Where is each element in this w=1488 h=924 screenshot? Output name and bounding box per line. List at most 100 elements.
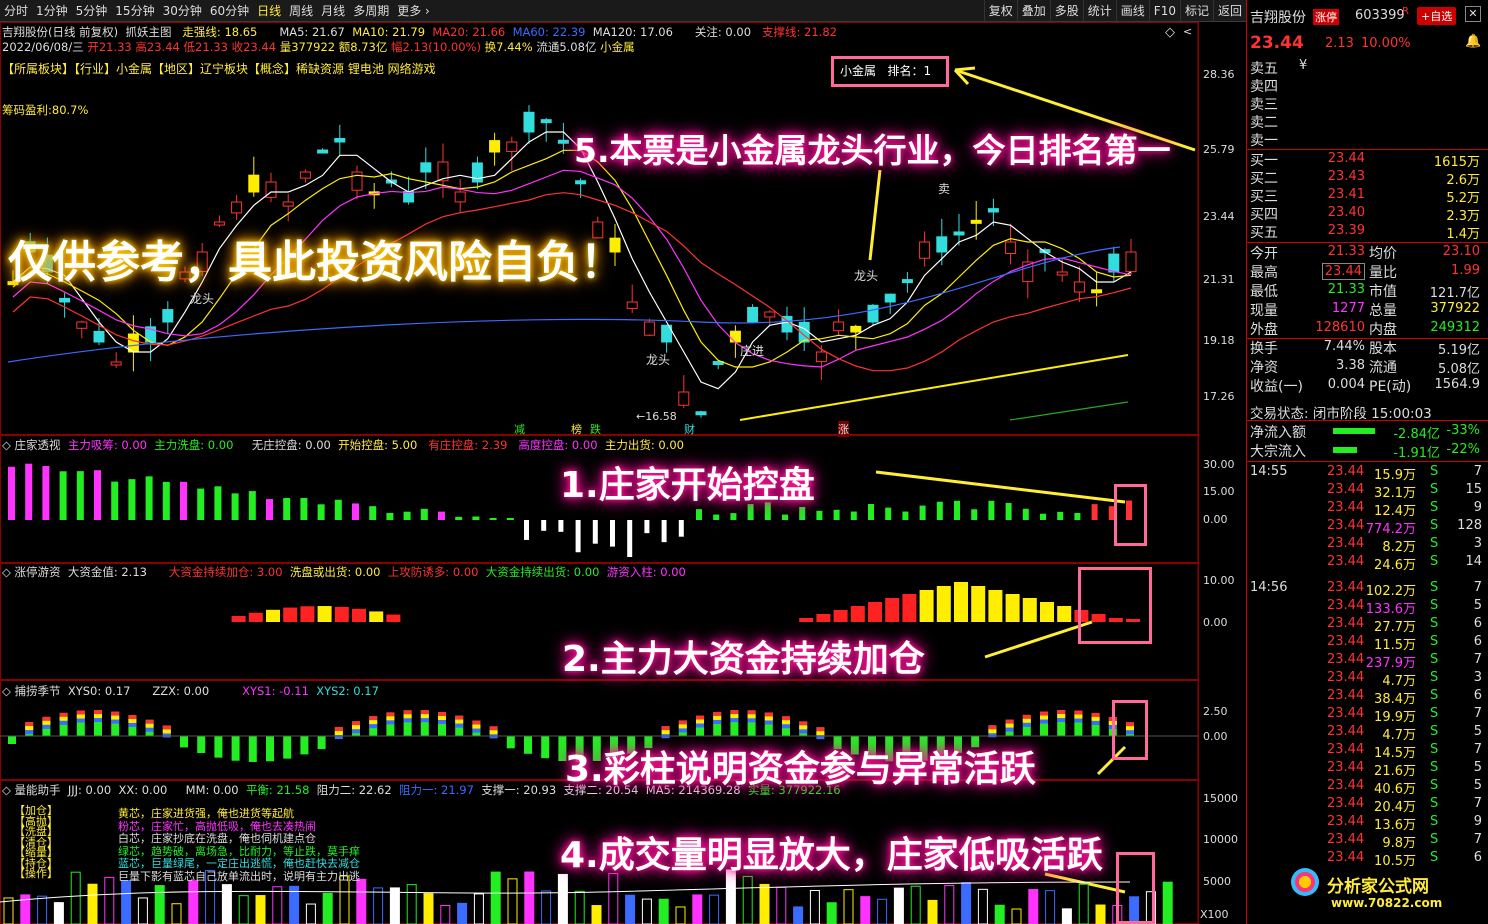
toolbar-button[interactable]: 统计: [1082, 0, 1116, 22]
close-icon[interactable]: ✕: [1465, 6, 1481, 22]
p4-item: 平衡: 21.58: [245, 783, 310, 797]
period-tab[interactable]: 5分钟: [72, 0, 112, 22]
period-tab[interactable]: 30分钟: [159, 0, 206, 22]
p3-cap: [369, 720, 378, 725]
tick-price: 23.44: [1327, 814, 1365, 829]
annotation-arrow: [875, 470, 1126, 504]
chevron-left-icon[interactable]: <: [1183, 25, 1192, 38]
bell-icon[interactable]: 🔔: [1465, 34, 1481, 49]
p2-item: 游资入柱: 0.00: [606, 565, 686, 579]
volume-bar: [826, 902, 837, 924]
axis-tick: 28.36: [1203, 68, 1235, 81]
add-watchlist-button[interactable]: +自选: [1417, 7, 1457, 25]
axis-tick: 21.31: [1203, 273, 1235, 286]
volume-bar: [289, 885, 300, 924]
stat-label: 内盘: [1369, 322, 1397, 338]
formula-name: 抓妖主图: [125, 25, 172, 39]
tick-volume: 9.8万: [1382, 836, 1416, 851]
period-tab[interactable]: 日线: [253, 0, 285, 22]
toolbar-button[interactable]: 标记: [1179, 0, 1213, 22]
volume-bar: [87, 883, 98, 924]
tick-price: 23.44: [1327, 518, 1365, 533]
p1-item: 有庄控盘: 2.39: [428, 438, 508, 452]
toolbar-button[interactable]: 叠加: [1016, 0, 1050, 22]
toolbar-button[interactable]: 画线: [1115, 0, 1149, 22]
volume-bar: [793, 906, 804, 924]
bar-open: 开21.33: [87, 40, 132, 54]
volume-bar: [457, 902, 468, 924]
toolbar-button[interactable]: 返回: [1212, 0, 1246, 22]
focus-value: 关注: 0.00: [694, 25, 752, 39]
p1-bar: [885, 507, 892, 520]
volume-bar: [944, 885, 955, 924]
volume-bar: [524, 871, 535, 924]
p2-bar: [850, 606, 865, 622]
bar-amount: 额8.73亿: [338, 40, 388, 54]
p3-cap: [145, 719, 154, 724]
period-tab[interactable]: 分时: [0, 0, 32, 22]
diamond-icon[interactable]: ◇: [1165, 25, 1175, 40]
label-sell: 卖: [938, 182, 951, 196]
p3-bar: [197, 736, 206, 754]
tick-volume: 11.5万: [1374, 638, 1416, 653]
p3-cap: [678, 728, 687, 733]
candle-body: [919, 241, 931, 259]
tick-price: 23.44: [1327, 554, 1365, 569]
divider: [1247, 420, 1488, 421]
industry-tag: 小金属: [600, 40, 635, 54]
p3-cap: [162, 725, 171, 730]
candle-body: [1056, 271, 1068, 276]
p1-bar: [954, 500, 960, 520]
bar-low: 低21.33: [183, 40, 228, 54]
event-reduce: 减: [514, 423, 525, 436]
p3-cap: [162, 733, 171, 738]
chip-profit: 筹码盈利:80.7%: [2, 103, 89, 117]
period-tab[interactable]: 更多 ›: [393, 0, 434, 22]
panel4-toggle-icon[interactable]: ◇: [2, 783, 11, 797]
p3-cap: [764, 720, 773, 725]
p3-cap: [111, 719, 120, 724]
bar-high: 高23.44: [135, 40, 180, 54]
p1-item: 高度控盘: 0.00: [518, 438, 598, 452]
p3-cap: [678, 724, 687, 729]
p3-cap: [386, 712, 395, 717]
p3-cap: [128, 718, 137, 723]
toolbar-button[interactable]: 多股: [1049, 0, 1083, 22]
axis-tick: 25.79: [1203, 143, 1235, 156]
volume-bar: [977, 888, 988, 924]
divider: [1247, 149, 1488, 150]
period-tab[interactable]: 1分钟: [32, 0, 72, 22]
p3-cap: [713, 715, 722, 720]
ask-label: 卖三: [1250, 97, 1278, 113]
toolbar-button[interactable]: F10: [1148, 0, 1180, 22]
p1-bar: [489, 518, 497, 520]
candle-body: [420, 162, 432, 173]
period-tab[interactable]: 15分钟: [111, 0, 158, 22]
candle-body: [884, 293, 896, 303]
tick-volume: 12.4万: [1374, 504, 1416, 519]
p3-cap: [1091, 720, 1100, 725]
period-tab[interactable]: 60分钟: [206, 0, 253, 22]
toolbar-button[interactable]: 复权: [983, 0, 1017, 22]
stat-value: 5.08亿: [1438, 362, 1480, 377]
p1-bar: [558, 520, 564, 532]
limit-up-badge: 涨停: [1313, 9, 1339, 25]
p1-bar: [352, 503, 359, 520]
candle-body: [1125, 251, 1137, 273]
p3-cap: [438, 712, 446, 717]
period-tab[interactable]: 月线: [317, 0, 349, 22]
panel3-toggle-icon[interactable]: ◇: [2, 684, 11, 698]
candle-body: [747, 306, 759, 323]
period-tab[interactable]: 多周期: [349, 0, 393, 22]
p2-bar: [936, 586, 951, 622]
axis-tick: 30.00: [1203, 458, 1235, 471]
panel2-toggle-icon[interactable]: ◇: [2, 565, 11, 579]
volume-bar: [221, 884, 232, 924]
p2-bar: [352, 608, 366, 622]
tick-price: 23.44: [1327, 760, 1365, 775]
p2-item: 大资金值: 2.13: [67, 565, 147, 579]
period-tab[interactable]: 周线: [285, 0, 317, 22]
stat-label: 量比: [1369, 265, 1397, 281]
panel1-toggle-icon[interactable]: ◇: [2, 438, 11, 452]
stat-value: 7.44%: [1323, 339, 1365, 354]
